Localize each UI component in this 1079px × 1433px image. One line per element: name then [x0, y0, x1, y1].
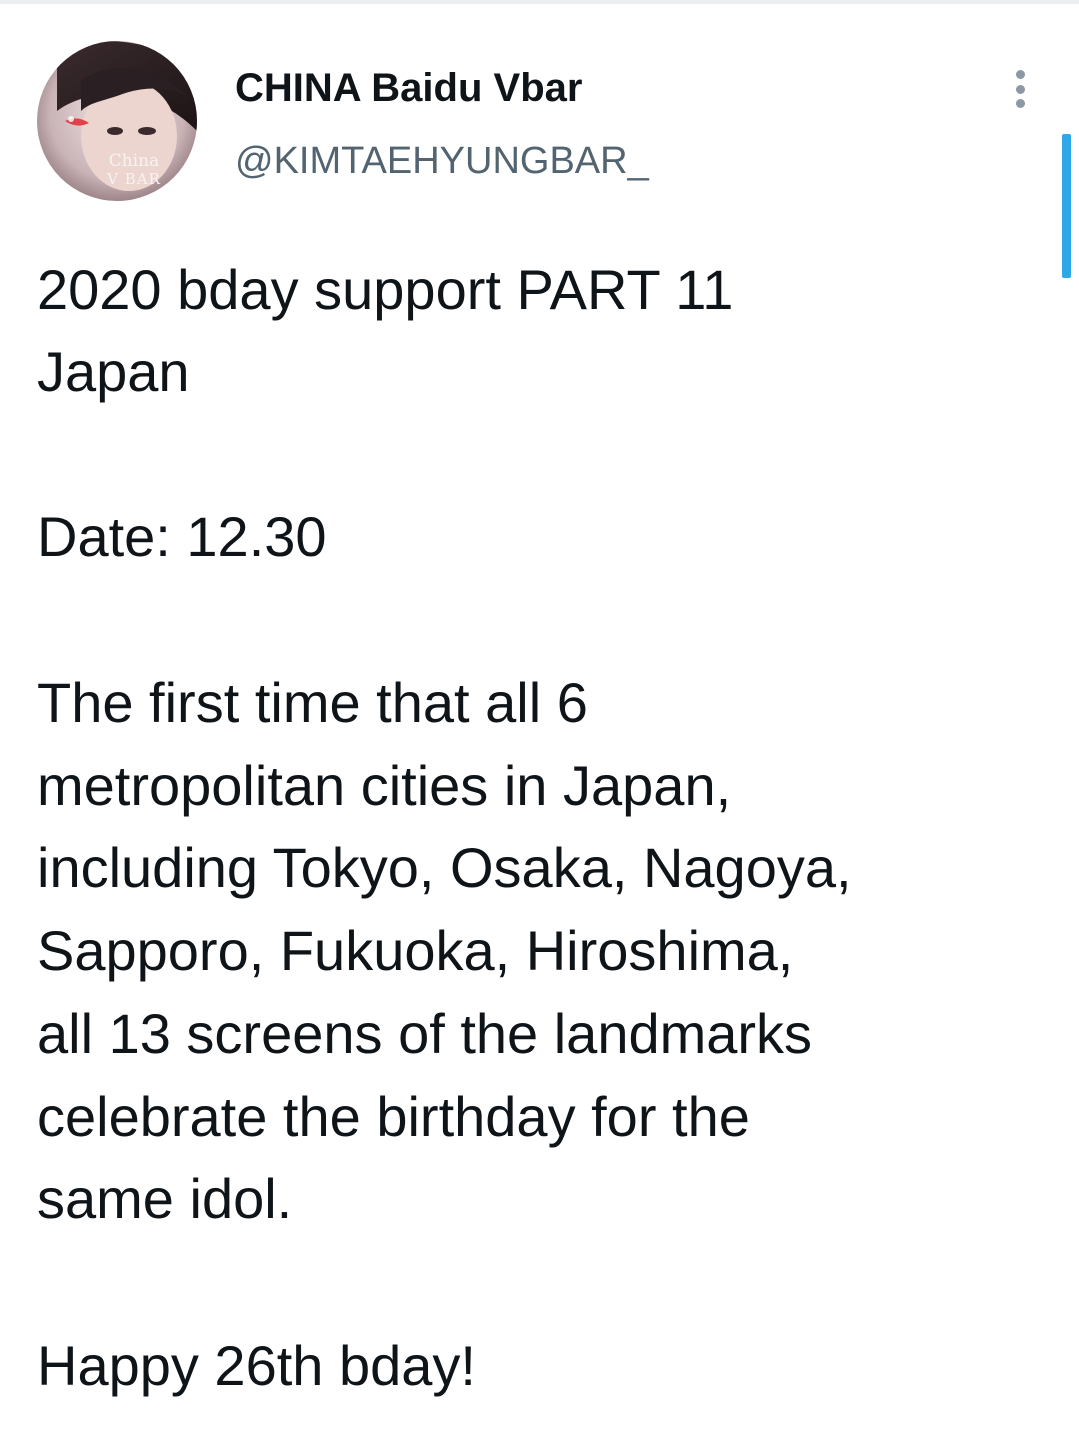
tweet-text-line: The first time that all 6	[37, 671, 588, 734]
tweet-text-line: same idol.	[37, 1167, 293, 1230]
tweet-text-line: 2020 bday support PART 11	[37, 258, 734, 321]
svg-text:V BAR: V BAR	[106, 170, 161, 188]
more-vertical-icon-dot	[1015, 99, 1025, 108]
display-name[interactable]: CHINA Baidu Vbar	[235, 66, 582, 110]
tweet-text-line: Date: 12.30	[37, 505, 327, 568]
more-options-button[interactable]	[1002, 66, 1038, 112]
more-vertical-icon-dot	[1015, 84, 1025, 94]
tweet-text-line: metropolitan cities in Japan,	[37, 754, 732, 817]
top-divider	[0, 0, 1079, 4]
tweet-text-line: Japan	[37, 340, 190, 403]
tweet-text-line: Sapporo, Fukuoka, Hiroshima,	[37, 919, 794, 982]
more-vertical-icon	[1015, 70, 1025, 79]
tweet-text-line: Happy 26th bday!	[37, 1334, 476, 1397]
avatar[interactable]: China V BAR	[37, 41, 197, 201]
svg-text:China: China	[109, 151, 159, 171]
scrollbar-thumb[interactable]	[1062, 134, 1071, 278]
tweet-text-line: including Tokyo, Osaka, Nagoya,	[37, 836, 852, 899]
tweet-text-line: celebrate the birthday for the	[37, 1085, 750, 1148]
tweet-text-line: all 13 screens of the landmarks	[37, 1002, 813, 1065]
handle[interactable]: @KIMTAEHYUNGBAR_	[235, 139, 649, 183]
